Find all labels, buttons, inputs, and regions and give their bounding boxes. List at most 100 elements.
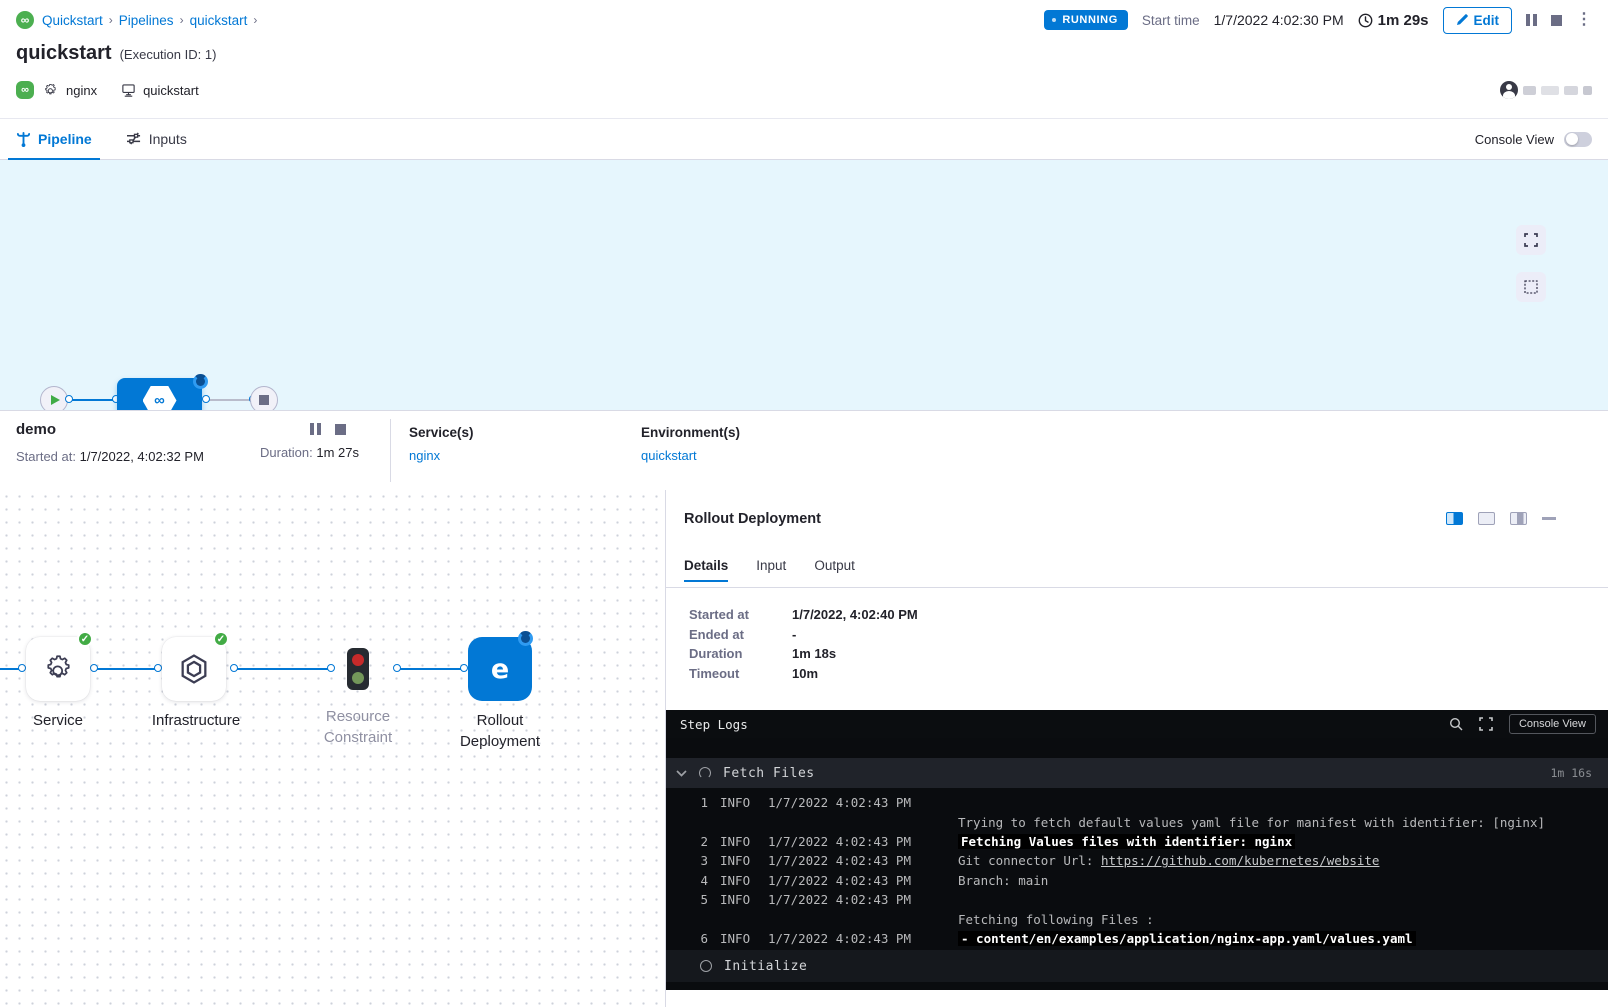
status-badge: RUNNING bbox=[1044, 10, 1128, 30]
chevron-right-icon: › bbox=[253, 13, 257, 27]
exec-edge bbox=[94, 668, 158, 670]
success-check-icon: ✓ bbox=[77, 631, 93, 647]
detail-row-timeout: Timeout10m bbox=[689, 664, 918, 684]
step-label-service: Service bbox=[13, 710, 103, 731]
stop-execution-button[interactable] bbox=[1551, 15, 1562, 26]
minimize-panel-button[interactable] bbox=[1542, 517, 1556, 520]
log-line-continuation: Fetching following Files : bbox=[666, 909, 1608, 928]
section-running-spinner-icon bbox=[699, 767, 711, 779]
section-name: Initialize bbox=[724, 959, 807, 974]
duration-value: 1m 27s bbox=[316, 445, 359, 460]
pause-execution-button[interactable] bbox=[1526, 14, 1537, 26]
console-view-label: Console View bbox=[1475, 132, 1554, 147]
detail-row-started-at: Started at1/7/2022, 4:02:40 PM bbox=[689, 605, 918, 625]
start-time-label: Start time bbox=[1142, 13, 1200, 28]
stop-icon bbox=[259, 395, 269, 405]
pencil-icon bbox=[1456, 14, 1468, 26]
edge-port bbox=[65, 395, 73, 403]
traffic-light-red-icon bbox=[352, 654, 364, 666]
environment-link[interactable]: quickstart bbox=[641, 448, 740, 463]
step-panel-title: Rollout Deployment bbox=[684, 511, 821, 527]
section-pending-icon bbox=[700, 960, 712, 972]
fullscreen-button[interactable] bbox=[1516, 225, 1546, 255]
exec-port bbox=[327, 664, 335, 672]
tab-details[interactable]: Details bbox=[684, 558, 728, 582]
tab-input[interactable]: Input bbox=[756, 558, 786, 582]
tab-pipeline[interactable]: Pipeline bbox=[16, 119, 92, 159]
step-node-service[interactable] bbox=[26, 637, 90, 701]
step-node-infrastructure[interactable] bbox=[162, 637, 226, 701]
chevron-down-icon[interactable] bbox=[676, 770, 687, 777]
step-label-resource-constraint: ResourceConstraint bbox=[308, 706, 408, 748]
execution-id: (Execution ID: 1) bbox=[120, 47, 217, 62]
redacted-text bbox=[1541, 86, 1559, 95]
search-icon[interactable] bbox=[1449, 717, 1463, 731]
exec-port bbox=[18, 664, 26, 672]
cd-module-icon: ∞ bbox=[16, 81, 34, 99]
log-line: 3INFO1/7/2022 4:02:43 PM Git connector U… bbox=[666, 851, 1608, 870]
duration-label: Duration: bbox=[260, 445, 313, 460]
running-spinner-icon bbox=[193, 374, 208, 389]
chevron-right-icon: › bbox=[180, 13, 184, 27]
service-meta[interactable]: nginx bbox=[44, 83, 97, 98]
page-title: quickstart bbox=[16, 42, 112, 65]
exec-edge bbox=[234, 668, 331, 670]
edge-start-demo bbox=[69, 399, 118, 401]
success-check-icon: ✓ bbox=[213, 631, 229, 647]
hexagon-icon bbox=[177, 652, 211, 686]
redacted-text bbox=[1523, 86, 1536, 95]
environment-meta[interactable]: quickstart bbox=[121, 83, 199, 98]
services-label: Service(s) bbox=[409, 425, 641, 440]
rollout-icon: e bbox=[491, 654, 509, 685]
step-node-rollout-deployment[interactable]: e bbox=[468, 637, 532, 701]
edit-button[interactable]: Edit bbox=[1443, 7, 1513, 34]
breadcrumb-pipeline-name[interactable]: quickstart bbox=[190, 13, 248, 28]
stage-stop-button[interactable] bbox=[335, 424, 346, 435]
status-dot-icon bbox=[1052, 18, 1056, 22]
execution-graph-canvas[interactable]: ✓ ✓ e Service Infrastructure ResourceCon… bbox=[0, 490, 666, 1007]
expand-icon[interactable] bbox=[1479, 717, 1493, 731]
edge-demo-end bbox=[206, 399, 251, 401]
stage-pause-button[interactable] bbox=[310, 423, 321, 435]
breadcrumb-pipelines[interactable]: Pipelines bbox=[119, 13, 174, 28]
tab-inputs[interactable]: Inputs bbox=[126, 119, 187, 159]
layout-bottom-button[interactable] bbox=[1478, 512, 1495, 525]
redacted-text bbox=[1564, 86, 1578, 95]
stage-name: demo bbox=[16, 421, 260, 438]
step-logs-console: Step Logs Console View Fetch Files 1m 16… bbox=[666, 710, 1608, 990]
gear-icon bbox=[42, 653, 74, 685]
gear-icon bbox=[44, 83, 59, 98]
redacted-text bbox=[1583, 86, 1592, 95]
layout-panel-button[interactable] bbox=[1510, 512, 1527, 525]
started-at-label: Started at: bbox=[16, 449, 76, 464]
tab-output[interactable]: Output bbox=[814, 558, 855, 582]
log-line: 6INFO1/7/2022 4:02:43 PM- content/en/exa… bbox=[666, 929, 1608, 948]
detail-row-ended-at: Ended at- bbox=[689, 625, 918, 645]
marquee-select-button[interactable] bbox=[1516, 272, 1546, 302]
pipeline-canvas[interactable]: ∞ demo + − bbox=[0, 160, 1608, 410]
console-view-toggle[interactable] bbox=[1564, 132, 1592, 147]
logs-console-view-button[interactable]: Console View bbox=[1509, 714, 1596, 734]
inputs-icon bbox=[126, 132, 142, 146]
edge-port bbox=[202, 395, 210, 403]
exec-port bbox=[230, 664, 238, 672]
user-avatar[interactable] bbox=[1500, 81, 1518, 99]
more-options-icon[interactable]: ⋮ bbox=[1576, 12, 1592, 28]
log-link-git-connector[interactable]: https://github.com/kubernetes/website bbox=[1101, 853, 1379, 868]
step-node-resource-constraint[interactable] bbox=[347, 648, 369, 690]
service-link[interactable]: nginx bbox=[409, 448, 641, 463]
log-section-initialize[interactable]: Initialize bbox=[666, 950, 1608, 982]
traffic-light-green-icon bbox=[352, 672, 364, 684]
breadcrumb-quickstart[interactable]: Quickstart bbox=[42, 13, 103, 28]
exec-port bbox=[154, 664, 162, 672]
running-spinner-icon bbox=[518, 631, 533, 646]
log-lines: 1INFO1/7/2022 4:02:43 PM Trying to fetch… bbox=[666, 793, 1608, 948]
breadcrumb: Quickstart › Pipelines › quickstart › bbox=[42, 13, 257, 28]
environment-meta-label: quickstart bbox=[143, 83, 199, 98]
log-line: 1INFO1/7/2022 4:02:43 PM bbox=[666, 793, 1608, 812]
top-header: ∞ Quickstart › Pipelines › quickstart › … bbox=[0, 0, 1608, 40]
play-icon bbox=[51, 395, 60, 405]
view-tabbar: Pipeline Inputs Console View bbox=[0, 118, 1608, 160]
layout-split-right-button[interactable] bbox=[1446, 512, 1463, 525]
log-section-fetch-files[interactable]: Fetch Files 1m 16s bbox=[666, 758, 1608, 788]
